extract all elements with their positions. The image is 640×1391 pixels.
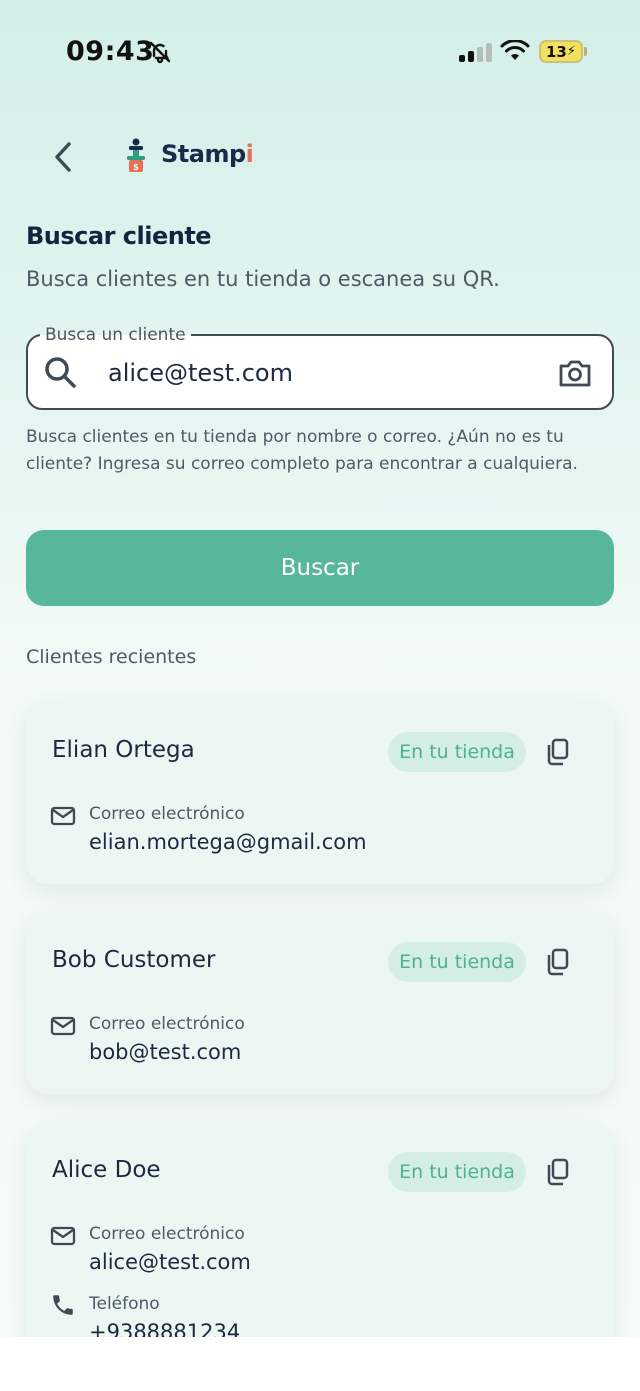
bottom-safe-area xyxy=(0,1337,640,1391)
phone-label: Teléfono xyxy=(89,1294,160,1314)
search-legend: Busca un cliente xyxy=(40,324,191,346)
email-label: Correo electrónico xyxy=(89,1224,245,1244)
recent-customers-label: Clientes recientes xyxy=(26,646,197,668)
email-value: bob@test.com xyxy=(89,1040,242,1064)
customer-card[interactable]: Alice Doe En tu tienda Correo electrónic… xyxy=(26,1120,614,1370)
camera-icon xyxy=(559,360,591,387)
copy-icon xyxy=(547,738,569,766)
search-value[interactable]: alice@test.com xyxy=(108,359,293,387)
copy-button[interactable] xyxy=(544,947,572,981)
phone-icon xyxy=(50,1292,76,1322)
customer-card[interactable]: Bob Customer En tu tienda Correo electró… xyxy=(26,910,614,1094)
customer-name: Bob Customer xyxy=(52,947,216,973)
email-value: alice@test.com xyxy=(89,1250,251,1274)
battery-level: 13 xyxy=(545,42,567,61)
status-badge: En tu tienda xyxy=(388,732,526,772)
copy-icon xyxy=(547,948,569,976)
signal-icon xyxy=(459,42,492,62)
email-label: Correo electrónico xyxy=(89,1014,245,1034)
page-subtitle: Busca clientes en tu tienda o escanea su… xyxy=(26,267,500,291)
search-icon xyxy=(42,354,78,394)
camera-button[interactable] xyxy=(556,354,594,396)
copy-button[interactable] xyxy=(544,1157,572,1191)
status-bar: 09:43 13 ⚡ xyxy=(0,0,640,100)
copy-button[interactable] xyxy=(544,737,572,771)
page-title: Buscar cliente xyxy=(26,222,212,250)
back-button[interactable] xyxy=(46,138,80,176)
logo-text-accent: i xyxy=(245,140,254,168)
email-label: Correo electrónico xyxy=(89,804,245,824)
svg-text:S: S xyxy=(133,163,139,172)
status-badge: En tu tienda xyxy=(388,1152,526,1192)
search-helper-text: Busca clientes en tu tienda por nombre o… xyxy=(26,427,578,474)
copy-icon xyxy=(547,1158,569,1186)
logo-text-main: Stamp xyxy=(161,140,246,168)
customer-card[interactable]: Elian Ortega En tu tienda Correo electró… xyxy=(26,700,614,884)
wifi-icon xyxy=(500,39,530,66)
bell-off-icon xyxy=(148,40,172,68)
mail-icon xyxy=(50,1016,76,1040)
customer-name: Alice Doe xyxy=(52,1157,161,1183)
battery-icon: 13 ⚡ xyxy=(539,40,583,63)
search-button[interactable]: Buscar xyxy=(26,530,614,606)
email-value: elian.mortega@gmail.com xyxy=(89,830,367,854)
stampi-logo-icon: S xyxy=(124,138,148,178)
customer-name: Elian Ortega xyxy=(52,737,195,763)
back-chevron-icon xyxy=(55,142,71,172)
mail-icon xyxy=(50,806,76,830)
mail-icon xyxy=(50,1226,76,1250)
status-badge: En tu tienda xyxy=(388,942,526,982)
battery-tip xyxy=(584,47,587,56)
stampi-logo-text: Stampi xyxy=(161,140,254,168)
status-time: 09:43 xyxy=(66,36,155,67)
